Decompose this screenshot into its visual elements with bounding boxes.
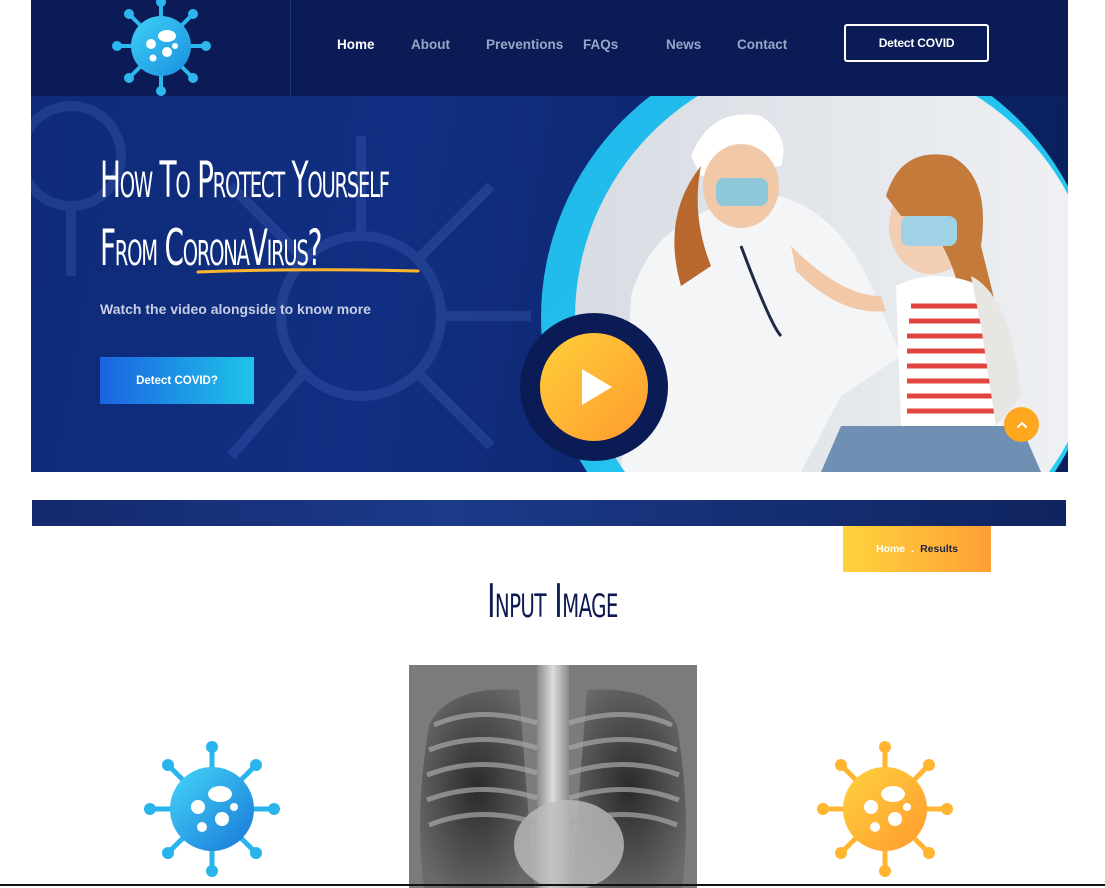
virus-orange-icon (817, 741, 953, 877)
detect-covid-button[interactable]: Detect COVID (844, 24, 989, 62)
hero-section: How To Protect Yourself From CoronaVirus… (31, 96, 1068, 472)
hero-subtitle: Watch the video alongside to know more (100, 301, 371, 317)
play-icon (582, 369, 612, 405)
nav-news[interactable]: News (666, 34, 701, 56)
scroll-to-top-button[interactable] (1004, 407, 1039, 442)
video-play-button[interactable] (520, 313, 668, 461)
breadcrumb-home[interactable]: Home (876, 543, 905, 555)
hero-title-line1: How To Protect Yourself (100, 151, 390, 209)
virus-blue-icon (144, 741, 280, 877)
hero-detect-covid-button[interactable]: Detect COVID? (100, 357, 254, 404)
header-divider (290, 0, 291, 96)
page-bottom-border (0, 884, 1105, 886)
nav-contact[interactable]: Contact (737, 34, 787, 56)
input-xray-image (409, 665, 697, 888)
section-title: Input Image (0, 574, 1105, 628)
site-header: Home About Preventions FAQs News Contact… (31, 0, 1068, 96)
nav-preventions[interactable]: Preventions (486, 34, 563, 56)
page-banner (32, 500, 1066, 526)
nav-faqs[interactable]: FAQs (583, 34, 618, 56)
breadcrumb-current: Results (920, 543, 959, 555)
nav-home[interactable]: Home (337, 34, 375, 56)
hero-title: How To Protect Yourself From CoronaVirus… (100, 146, 497, 282)
breadcrumb-separator: . (911, 543, 915, 555)
virus-logo-icon[interactable] (107, 0, 215, 98)
section-title-text: Input Image (487, 574, 618, 628)
breadcrumb: Home . Results (843, 526, 991, 572)
title-underline (196, 268, 420, 274)
nav-about[interactable]: About (411, 34, 450, 56)
chevron-up-icon (1016, 421, 1027, 428)
